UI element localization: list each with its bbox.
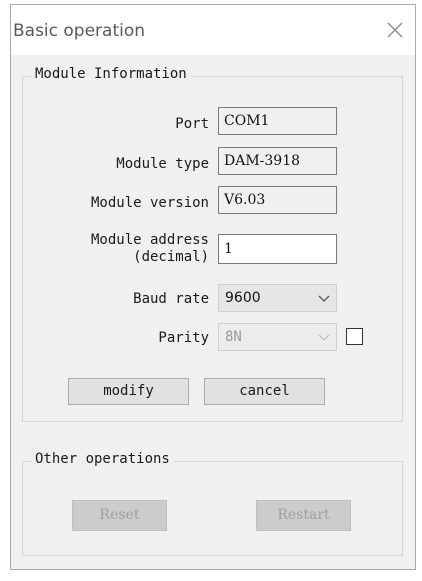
baud-rate-select[interactable]: 9600 <box>218 284 337 312</box>
module-information-title: Module Information <box>31 66 191 82</box>
other-operations-title: Other operations <box>31 451 174 467</box>
baud-rate-label: Baud rate <box>133 291 209 307</box>
port-label: Port <box>175 116 209 132</box>
title-bar: Basic operation <box>11 5 415 55</box>
chevron-down-icon <box>318 334 330 341</box>
parity-label: Parity <box>158 330 209 346</box>
restart-button: Restart <box>256 500 351 531</box>
module-information-group: Module Information Port COM1 Module type… <box>22 66 403 422</box>
parity-value: 8N <box>225 329 242 345</box>
module-version-field: V6.03 <box>218 186 337 214</box>
cancel-button[interactable]: cancel <box>204 378 325 405</box>
parity-checkbox[interactable] <box>346 328 363 345</box>
module-address-label-line2: (decimal) <box>133 249 209 265</box>
module-type-field: DAM-3918 <box>218 147 337 175</box>
module-type-label: Module type <box>116 156 209 172</box>
module-version-label: Module version <box>90 195 209 211</box>
reset-button: Reset <box>72 500 167 531</box>
parity-select: 8N <box>218 323 337 351</box>
dialog-title: Basic operation <box>13 21 146 41</box>
close-icon <box>387 22 403 38</box>
close-button[interactable] <box>381 16 409 44</box>
other-operations-group: Other operations Reset Restart <box>22 451 403 556</box>
modify-button[interactable]: modify <box>68 378 189 405</box>
module-address-label-line1: Module address <box>90 232 209 248</box>
module-address-input[interactable]: 1 <box>218 234 337 264</box>
port-field: COM1 <box>218 107 337 135</box>
module-address-label: Module address (decimal) <box>91 232 209 266</box>
basic-operation-dialog: Basic operation Module Information Port … <box>10 4 416 570</box>
chevron-down-icon <box>318 295 330 302</box>
baud-rate-value: 9600 <box>225 290 261 306</box>
